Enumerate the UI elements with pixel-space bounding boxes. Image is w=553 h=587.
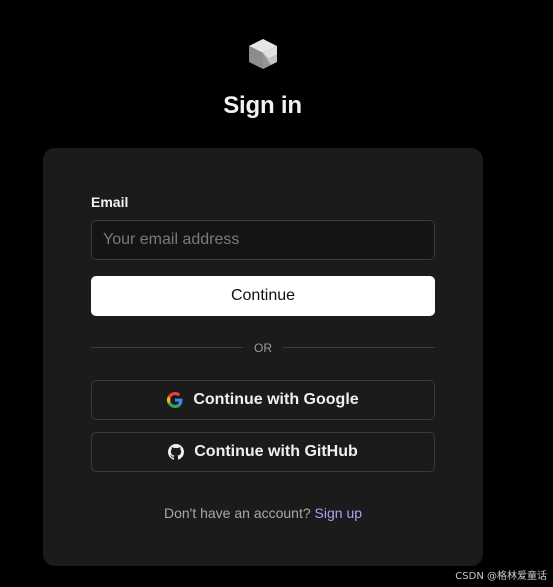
divider-text: OR <box>254 341 272 355</box>
continue-with-github-button[interactable]: Continue with GitHub <box>91 432 435 472</box>
watermark: CSDN @格林爱童话 <box>455 571 547 582</box>
google-icon <box>167 392 183 408</box>
github-button-label: Continue with GitHub <box>194 443 358 460</box>
google-button-label: Continue with Google <box>193 391 359 408</box>
signup-prompt: Don't have an account? Sign up <box>43 505 483 521</box>
cube-logo-icon <box>249 39 277 69</box>
divider-line-right <box>283 347 435 348</box>
page-title: Sign in <box>223 92 302 119</box>
signup-prompt-text: Don't have an account? <box>163 505 311 521</box>
or-divider: OR <box>91 340 435 356</box>
email-label: Email <box>91 194 129 210</box>
continue-button[interactable]: Continue <box>91 276 435 316</box>
github-icon <box>168 444 185 460</box>
sign-up-link[interactable]: Sign up <box>315 505 362 521</box>
continue-with-google-button[interactable]: Continue with Google <box>91 380 435 420</box>
sign-in-page: Sign in Email Continue OR Continue with … <box>0 0 553 587</box>
sign-in-card: Email Continue OR Continue with Google C… <box>43 148 483 566</box>
email-input[interactable] <box>91 220 435 260</box>
